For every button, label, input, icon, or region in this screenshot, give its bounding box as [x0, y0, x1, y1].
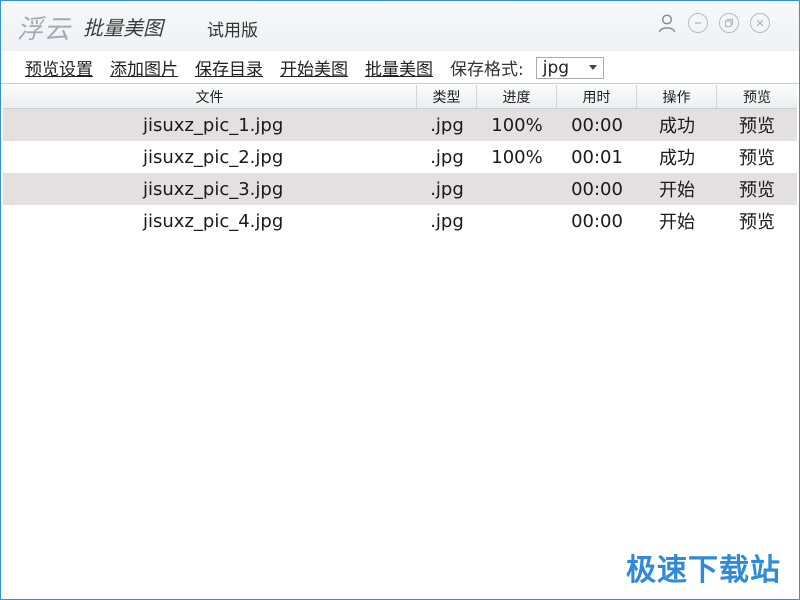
- table-row[interactable]: jisuxz_pic_2.jpg .jpg 100% 00:01 成功 预览: [3, 141, 797, 173]
- cell-progress: 100%: [491, 114, 543, 136]
- cell-preview-button[interactable]: 预览: [717, 141, 797, 173]
- table-header: 文件 类型 进度 用时 操作 预览: [3, 85, 797, 109]
- cell-time: 00:00: [571, 114, 623, 136]
- app-window: 浮云 批量美图 试用版 预览设置 添加图片 保存目录 开始美图 批量美图 保存格…: [0, 0, 800, 600]
- header-time[interactable]: 用时: [557, 85, 637, 108]
- start-beautify-link[interactable]: 开始美图: [280, 55, 348, 80]
- save-format-select[interactable]: jpg: [535, 56, 604, 79]
- header-preview[interactable]: 预览: [717, 85, 797, 108]
- cell-progress: [477, 205, 557, 237]
- window-controls: [656, 12, 771, 34]
- save-format-value: jpg: [542, 57, 570, 78]
- table-row[interactable]: jisuxz_pic_4.jpg .jpg 00:00 开始 预览: [3, 205, 797, 237]
- cell-preview-button[interactable]: 预览: [717, 173, 797, 205]
- restore-icon[interactable]: [718, 12, 740, 34]
- table-row[interactable]: jisuxz_pic_3.jpg .jpg 00:00 开始 预览: [3, 173, 797, 205]
- brand-logo: 浮云: [17, 15, 72, 45]
- cell-type: .jpg: [430, 146, 464, 168]
- cell-type: .jpg: [430, 114, 464, 136]
- cell-type: .jpg: [430, 178, 464, 200]
- cell-progress: 100%: [491, 146, 543, 168]
- add-images-link[interactable]: 添加图片: [110, 55, 178, 80]
- watermark-logo: 极速下载站: [626, 553, 781, 588]
- cell-preview-button[interactable]: 预览: [717, 109, 797, 141]
- cell-time: 00:01: [571, 146, 623, 168]
- cell-action-button[interactable]: 成功: [637, 109, 717, 141]
- cell-file: jisuxz_pic_4.jpg: [143, 210, 284, 232]
- cell-time: 00:00: [571, 178, 623, 200]
- toolbar: 预览设置 添加图片 保存目录 开始美图 批量美图 保存格式: jpg: [1, 52, 799, 84]
- save-directory-link[interactable]: 保存目录: [195, 55, 263, 80]
- cell-progress: [477, 173, 557, 205]
- cell-file: jisuxz_pic_2.jpg: [143, 146, 284, 168]
- cell-time: 00:00: [571, 210, 623, 232]
- file-table: 文件 类型 进度 用时 操作 预览 jisuxz_pic_1.jpg .jpg …: [3, 85, 797, 237]
- header-type[interactable]: 类型: [417, 85, 477, 108]
- batch-beautify-link[interactable]: 批量美图: [365, 55, 433, 80]
- save-format-label: 保存格式:: [450, 60, 524, 80]
- cell-action-button[interactable]: 成功: [637, 141, 717, 173]
- table-row[interactable]: jisuxz_pic_1.jpg .jpg 100% 00:00 成功 预览: [3, 109, 797, 141]
- cell-preview-button[interactable]: 预览: [717, 205, 797, 237]
- cell-type: .jpg: [430, 210, 464, 232]
- app-title: 批量美图: [83, 16, 163, 40]
- header-progress[interactable]: 进度: [477, 85, 557, 108]
- header-file[interactable]: 文件: [3, 85, 417, 108]
- minimize-icon[interactable]: [687, 12, 709, 34]
- user-icon[interactable]: [656, 12, 678, 34]
- title-bar[interactable]: 浮云 批量美图 试用版: [1, 1, 799, 51]
- cell-file: jisuxz_pic_3.jpg: [143, 178, 284, 200]
- cell-file: jisuxz_pic_1.jpg: [143, 114, 284, 136]
- cell-action-button[interactable]: 开始: [637, 173, 717, 205]
- close-icon[interactable]: [749, 12, 771, 34]
- header-action[interactable]: 操作: [637, 85, 717, 108]
- cell-action-button[interactable]: 开始: [637, 205, 717, 237]
- dropdown-caret-icon: [588, 65, 597, 70]
- preview-settings-link[interactable]: 预览设置: [25, 55, 93, 80]
- edition-label: 试用版: [207, 21, 258, 41]
